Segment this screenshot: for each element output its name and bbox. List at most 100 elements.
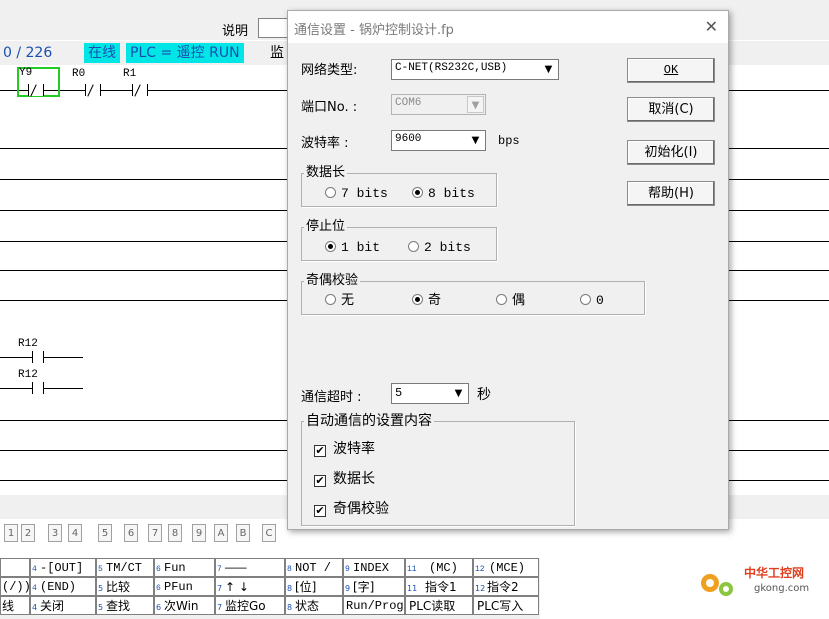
radio-dot-icon	[325, 241, 336, 252]
initialize-button[interactable]: 初始化(I)	[627, 140, 715, 165]
fkey[interactable]: 6 次Win	[154, 596, 215, 615]
radio-label: 0	[596, 293, 604, 308]
help-button[interactable]: 帮助(H)	[627, 181, 715, 206]
page-tab[interactable]: 3	[48, 524, 62, 542]
page-tab[interactable]: A	[214, 524, 228, 542]
fkey[interactable]: 8 状态	[285, 596, 343, 615]
data-length-8-radio[interactable]: 8 bits	[412, 186, 475, 202]
parity-zero-radio[interactable]: 0	[580, 293, 604, 309]
rung-line	[0, 148, 290, 149]
fkey[interactable]: 12 指令2	[473, 577, 539, 596]
rung-line	[717, 300, 829, 301]
fkey[interactable]: PLC写入	[473, 596, 539, 615]
timeout-select[interactable]: 5 ▼	[391, 383, 469, 404]
parity-none-radio[interactable]: 无	[325, 293, 354, 309]
fkey[interactable]: 7 ↑ ↓	[215, 577, 285, 596]
stop-bit-1-radio[interactable]: 1 bit	[325, 240, 380, 256]
plc-mode-badge: PLC = 遥控 RUN	[126, 43, 244, 63]
fkey[interactable]: 8 NOT /	[285, 558, 343, 577]
auto-settings-title: 自动通信的设置内容	[304, 412, 434, 430]
fkey[interactable]: 线	[0, 596, 30, 615]
fkey[interactable]: 5 TM/CT	[96, 558, 154, 577]
fkey-number: 5	[98, 584, 104, 593]
page-tab[interactable]: 6	[124, 524, 138, 542]
fkey[interactable]: 4 -[OUT]	[30, 558, 96, 577]
auto-baud-checkbox[interactable]: ✔ 波特率	[314, 441, 375, 457]
page-tab[interactable]: 8	[168, 524, 182, 542]
data-length-7-radio[interactable]: 7 bits	[325, 186, 388, 202]
fkey[interactable]: 6 Fun	[154, 558, 215, 577]
radio-dot-icon	[325, 294, 336, 305]
data-length-title: 数据长	[304, 164, 348, 182]
port-label: 端口No. :	[301, 100, 358, 115]
cancel-button[interactable]: 取消(C)	[627, 97, 715, 122]
dialog-title: 通信设置 - 锅炉控制设计.fp	[294, 23, 454, 38]
fkey[interactable]	[0, 558, 30, 577]
page-tab[interactable]: B	[236, 524, 250, 542]
fkey[interactable]: 7 监控Go	[215, 596, 285, 615]
dialog-titlebar[interactable]: 通信设置 - 锅炉控制设计.fp ✕	[288, 11, 728, 43]
baud-unit: bps	[498, 134, 520, 148]
fkey[interactable]: 12 (MCE)	[473, 558, 539, 577]
comment-input[interactable]	[258, 18, 290, 38]
stop-bit-2-radio[interactable]: 2 bits	[408, 240, 471, 256]
fkey[interactable]: 7 ———	[215, 558, 285, 577]
baud-rate-select[interactable]: 9600 ▼	[391, 130, 486, 151]
contact-label: Y9	[19, 67, 33, 79]
fkey[interactable]: 5 比较	[96, 577, 154, 596]
page-tab[interactable]: 7	[148, 524, 162, 542]
page-tab[interactable]: 9	[192, 524, 206, 542]
ok-button[interactable]: OK	[627, 58, 715, 83]
auto-data-length-checkbox[interactable]: ✔ 数据长	[314, 471, 375, 487]
page-tab[interactable]: 5	[98, 524, 112, 542]
data-length-group: 数据长 7 bits 8 bits	[301, 164, 497, 207]
logo-name: 中华工控网	[744, 565, 804, 580]
radio-label: 1 bit	[341, 240, 381, 255]
page-tab[interactable]: 2	[21, 524, 35, 542]
rung-1-right	[717, 90, 829, 91]
fkey[interactable]: 4 (END)	[30, 577, 96, 596]
page-tab[interactable]: 1	[4, 524, 18, 542]
auto-parity-checkbox[interactable]: ✔ 奇偶校验	[314, 501, 389, 517]
rung-line	[0, 300, 290, 301]
fkey[interactable]: 9 INDEX	[343, 558, 405, 577]
radio-label: 偶	[512, 293, 526, 308]
contact-label: R0	[72, 68, 86, 80]
fkey[interactable]: 9 [字]	[343, 577, 405, 596]
fkey-label: 比较	[106, 580, 131, 594]
parity-odd-radio[interactable]: 奇	[412, 293, 441, 309]
fkey-label: [字]	[353, 580, 375, 594]
fkey-label: 指令1	[425, 580, 457, 594]
fkey[interactable]: 6 PFun	[154, 577, 215, 596]
page-tab[interactable]: 4	[68, 524, 82, 542]
radio-label: 奇	[428, 293, 442, 308]
fkey[interactable]: 11 指令1	[405, 577, 473, 596]
port-select[interactable]: COM6 ▼	[391, 94, 486, 115]
fkey-label: (MCE)	[489, 561, 526, 575]
rung-line	[717, 241, 829, 242]
fkey[interactable]: Run/Prog	[343, 596, 405, 615]
rung-line	[717, 270, 829, 271]
rung-line	[717, 480, 829, 481]
fkey[interactable]: (/))	[0, 577, 30, 596]
fkey[interactable]: 8 [位]	[285, 577, 343, 596]
radio-dot-icon	[325, 187, 336, 198]
fkey[interactable]: 11 (MC)	[405, 558, 473, 577]
monitor-label: 监	[270, 43, 284, 63]
fkey-number: 6	[156, 565, 161, 574]
fkey-number: 5	[98, 603, 104, 612]
parity-even-radio[interactable]: 偶	[496, 293, 525, 309]
fkey-label: (END)	[40, 580, 77, 594]
fkey[interactable]: 4 关闭	[30, 596, 96, 615]
fkey[interactable]: 5 查找	[96, 596, 154, 615]
network-type-select[interactable]: C-NET(RS232C,USB) ▼	[391, 59, 559, 80]
rung-line	[717, 179, 829, 180]
port-value: COM6	[395, 97, 422, 109]
page-tab[interactable]: C	[262, 524, 276, 542]
close-icon[interactable]: ✕	[705, 17, 718, 36]
radio-label: 7 bits	[341, 186, 388, 201]
fkey[interactable]: PLC读取	[405, 596, 473, 615]
fkey-number: 8	[287, 565, 292, 574]
rung-line	[0, 210, 290, 211]
fkey-number: 8	[287, 584, 293, 593]
